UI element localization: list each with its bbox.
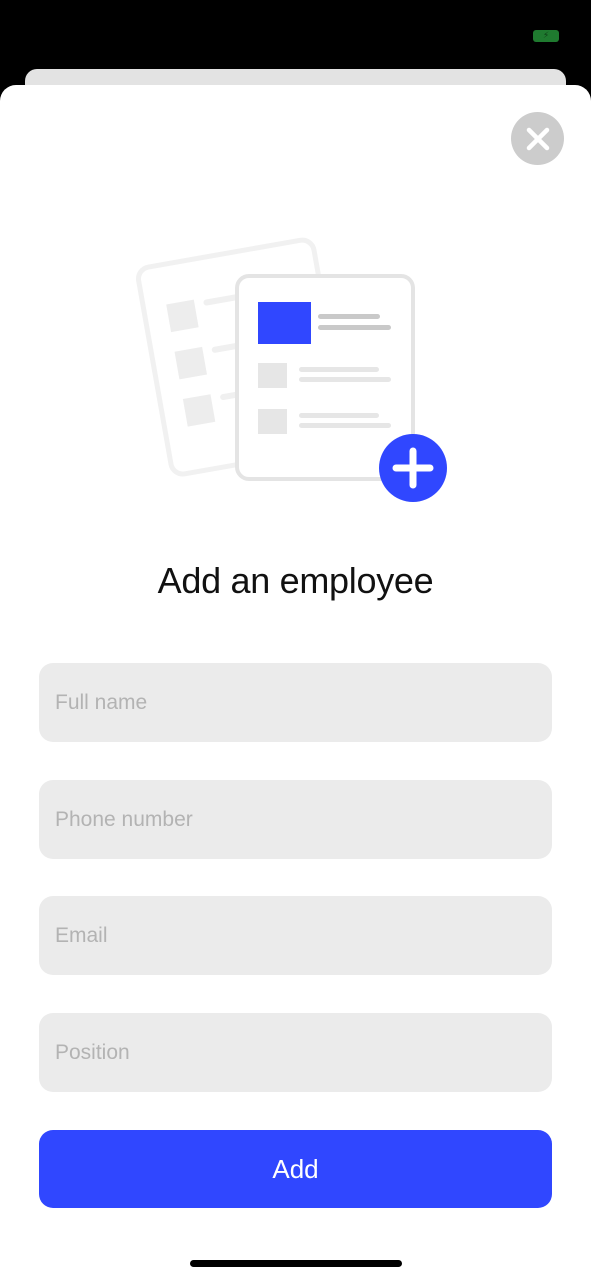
phone-number-field[interactable] (39, 780, 552, 859)
full-name-field[interactable] (39, 663, 552, 742)
home-indicator[interactable] (190, 1260, 402, 1267)
battery-charging-icon: ⚡ (533, 30, 559, 42)
email-field[interactable] (39, 896, 552, 975)
status-bar: ⚡ (0, 0, 591, 70)
close-button[interactable] (511, 112, 564, 165)
close-icon (526, 127, 549, 150)
plus-badge-icon (379, 434, 447, 502)
page-title: Add an employee (157, 560, 434, 601)
position-field[interactable] (39, 1013, 552, 1092)
add-button[interactable]: Add (39, 1130, 552, 1208)
add-document-icon (136, 237, 447, 502)
